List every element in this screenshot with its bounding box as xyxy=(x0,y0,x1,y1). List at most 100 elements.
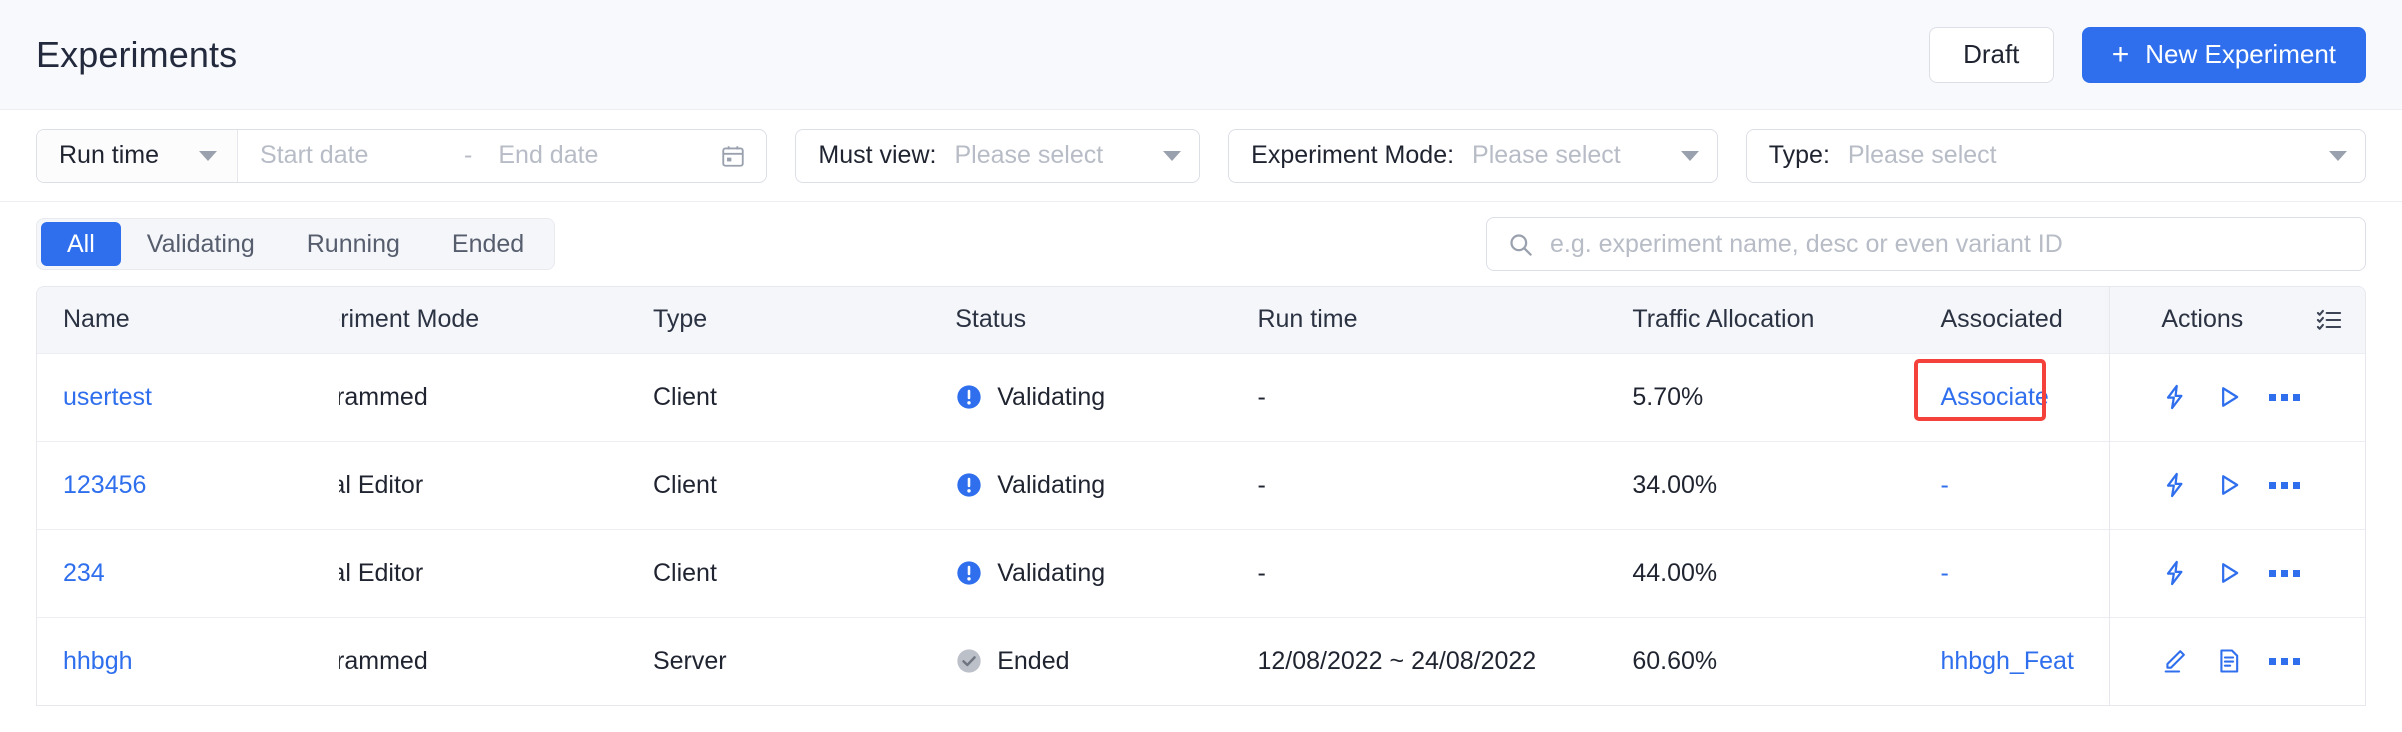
cell-actions xyxy=(2135,529,2365,617)
chevron-down-icon xyxy=(199,150,218,161)
cell-experiment-mode-value: Programmed xyxy=(339,382,428,411)
cell-type: Client xyxy=(652,382,717,411)
check-circle-icon xyxy=(955,647,983,675)
new-experiment-button[interactable]: + New Experiment xyxy=(2081,26,2366,83)
search-placeholder: e.g. experiment name, desc or even varia… xyxy=(1550,229,2063,258)
experiment-name-link[interactable]: 234 xyxy=(63,559,105,587)
cell-type: Client xyxy=(652,558,717,587)
column-header-type[interactable]: Type xyxy=(627,287,929,353)
play-icon[interactable] xyxy=(2215,471,2243,499)
cell-status: Ended xyxy=(929,617,1231,705)
cell-status: Validating xyxy=(929,441,1231,529)
search-icon xyxy=(1507,231,1534,258)
run-time-select[interactable]: Run time xyxy=(37,129,239,182)
associated-value[interactable]: - xyxy=(1940,471,1948,499)
more-icon[interactable] xyxy=(2269,393,2301,401)
experiment-name-link[interactable]: hhbgh xyxy=(63,647,133,675)
play-icon[interactable] xyxy=(2215,559,2243,587)
experiments-table: Name Experiment Mode Type Status Run tim… xyxy=(36,286,2366,706)
cell-status: Validating xyxy=(929,353,1231,441)
document-icon[interactable] xyxy=(2215,647,2243,675)
must-view-filter[interactable]: Must view: Please select xyxy=(795,128,1201,183)
more-icon[interactable] xyxy=(2269,481,2301,489)
cell-associated: Associate xyxy=(1914,353,2135,441)
cell-associated: hhbgh_Feat xyxy=(1914,617,2135,705)
must-view-label: Must view: xyxy=(818,141,937,169)
table-row[interactable]: 123456 Visual Editor Client xyxy=(37,441,2365,529)
cell-experiment-mode-value: Programmed xyxy=(339,646,428,675)
more-icon[interactable] xyxy=(2269,657,2301,665)
column-header-experiment-mode[interactable]: Experiment Mode xyxy=(339,287,627,353)
cell-traffic-allocation: 44.00% xyxy=(1632,558,1718,587)
plus-icon: + xyxy=(2111,37,2130,71)
start-date-input[interactable]: Start date xyxy=(260,141,438,170)
info-circle-icon xyxy=(955,471,983,499)
associated-value[interactable]: hhbgh_Feat xyxy=(1940,647,2073,675)
tab-ended[interactable]: Ended xyxy=(426,222,550,266)
column-header-actions-label: Actions xyxy=(2161,305,2244,334)
experiment-mode-value: Please select xyxy=(1472,141,1621,169)
column-header-traffic-allocation[interactable]: Traffic Allocation xyxy=(1606,287,1914,353)
associated-value[interactable]: - xyxy=(1940,559,1948,587)
table-row[interactable]: usertest Programmed Client xyxy=(37,353,2365,441)
tab-validating[interactable]: Validating xyxy=(121,222,281,266)
cell-traffic-allocation: 5.70% xyxy=(1632,382,1704,411)
cell-actions xyxy=(2135,617,2365,705)
column-settings-icon[interactable] xyxy=(2315,306,2343,334)
more-icon[interactable] xyxy=(2269,569,2301,577)
cell-actions xyxy=(2135,353,2365,441)
table-row[interactable]: 234 Visual Editor Client xyxy=(37,529,2365,617)
play-icon[interactable] xyxy=(2215,383,2243,411)
run-time-select-label: Run time xyxy=(59,141,160,169)
draft-button[interactable]: Draft xyxy=(1928,26,2054,83)
search-input[interactable]: e.g. experiment name, desc or even varia… xyxy=(1486,217,2366,271)
cell-type: Client xyxy=(652,470,717,499)
table-header-row: Name Experiment Mode Type Status Run tim… xyxy=(37,287,2365,353)
cell-traffic-allocation: 34.00% xyxy=(1632,470,1718,499)
calendar-icon[interactable] xyxy=(720,143,746,169)
new-experiment-label: New Experiment xyxy=(2145,39,2336,69)
experiment-mode-filter[interactable]: Experiment Mode: Please select xyxy=(1228,128,1718,183)
date-range-input[interactable]: Start date - End date xyxy=(238,130,766,182)
column-header-associated[interactable]: Associated xyxy=(1914,287,2135,353)
type-filter[interactable]: Type: Please select xyxy=(1745,128,2366,183)
chevron-down-icon xyxy=(1680,150,1699,161)
cell-run-time: 12/08/2022 ~ 24/08/2022 xyxy=(1257,646,1537,675)
tab-all[interactable]: All xyxy=(41,222,121,266)
associate-link[interactable]: Associate xyxy=(1940,383,2048,411)
page-header: Experiments Draft + New Experiment xyxy=(0,0,2402,110)
cell-status-label: Validating xyxy=(997,382,1106,411)
bolt-icon[interactable] xyxy=(2161,559,2189,587)
column-header-run-time[interactable]: Run time xyxy=(1231,287,1606,353)
date-range-separator: - xyxy=(464,141,473,169)
end-date-input[interactable]: End date xyxy=(498,141,676,170)
type-label: Type: xyxy=(1768,141,1830,169)
cell-status-label: Validating xyxy=(997,470,1106,499)
cell-actions xyxy=(2135,441,2365,529)
info-circle-icon xyxy=(955,383,983,411)
tab-running[interactable]: Running xyxy=(281,222,426,266)
type-value: Please select xyxy=(1847,141,1997,169)
cell-experiment-mode: Programmed xyxy=(339,353,627,441)
status-tabs: All Validating Running Ended xyxy=(36,218,556,270)
cell-status: Validating xyxy=(929,529,1231,617)
edit-icon[interactable] xyxy=(2161,647,2189,675)
chevron-down-icon xyxy=(2329,150,2347,161)
cell-associated: - xyxy=(1914,441,2135,529)
cell-run-time: - xyxy=(1257,382,1266,411)
experiment-name-link[interactable]: usertest xyxy=(63,383,152,411)
bolt-icon[interactable] xyxy=(2161,471,2189,499)
chevron-down-icon xyxy=(1163,150,1182,161)
cell-experiment-mode-value: Visual Editor xyxy=(339,470,424,499)
cell-traffic-allocation: 60.60% xyxy=(1632,646,1718,675)
column-header-name[interactable]: Name xyxy=(37,287,339,353)
column-header-status[interactable]: Status xyxy=(929,287,1231,353)
bolt-icon[interactable] xyxy=(2161,383,2189,411)
experiment-name-link[interactable]: 123456 xyxy=(63,471,146,499)
column-header-actions: Actions xyxy=(2135,287,2365,353)
cell-run-time: - xyxy=(1257,558,1266,587)
cell-experiment-mode: Visual Editor xyxy=(339,441,627,529)
table-row[interactable]: hhbgh Programmed Server Ended xyxy=(37,617,2365,705)
info-circle-icon xyxy=(955,559,983,587)
cell-type: Server xyxy=(652,646,727,675)
